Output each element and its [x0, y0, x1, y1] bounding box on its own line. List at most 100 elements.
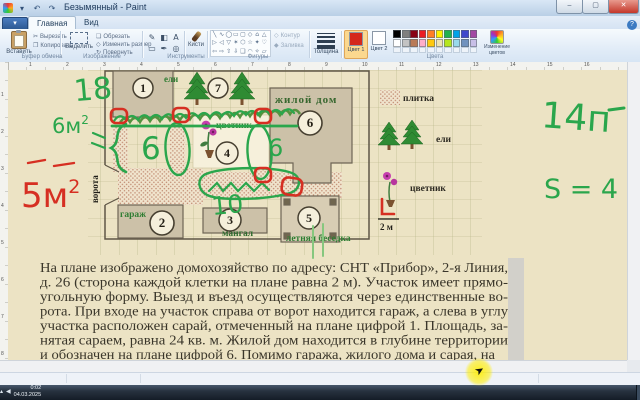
palette-swatch[interactable]: [410, 30, 418, 39]
problem-text: На плане изображено домохозяйство по адр…: [40, 260, 508, 360]
palette-swatch[interactable]: [427, 30, 435, 39]
maximize-button[interactable]: ▢: [582, 0, 609, 14]
color1-button[interactable]: Цвет 1: [344, 30, 368, 59]
palette-swatch[interactable]: [452, 30, 461, 39]
thickness-icon: [317, 31, 335, 49]
palette-empty-slot[interactable]: [461, 47, 469, 53]
palette-swatch[interactable]: [418, 30, 427, 39]
text-tool[interactable]: A: [170, 32, 182, 43]
palette-swatch[interactable]: [469, 30, 478, 39]
palette-swatch[interactable]: [410, 38, 418, 47]
palette-empty-slot[interactable]: [435, 47, 444, 53]
redo-button[interactable]: ↷: [46, 3, 58, 14]
picker-tool[interactable]: ✒: [158, 43, 170, 54]
color2-button[interactable]: Цвет 2: [368, 30, 390, 57]
shape-13[interactable]: ☆: [246, 39, 253, 47]
crop-button[interactable]: ❏ Обрезать: [96, 33, 130, 40]
thickness-button[interactable]: Толщина: [313, 31, 339, 55]
taskbar-clock[interactable]: 0:02 04.03.2025: [14, 385, 42, 398]
color2-swatch: [372, 31, 386, 45]
palette-swatch[interactable]: [401, 38, 410, 47]
edit-colors-icon: [490, 30, 504, 44]
vertical-scrollbar[interactable]: ▲ ▼: [627, 62, 640, 360]
svg-text:2: 2: [159, 215, 166, 230]
eraser-tool[interactable]: ▭: [146, 43, 158, 54]
help-icon[interactable]: ?: [627, 20, 637, 30]
label-spruce-top: ели: [164, 74, 178, 84]
magnifier-tool[interactable]: ◎: [170, 43, 182, 54]
shape-8[interactable]: ▷: [211, 39, 218, 47]
ruler-number: 15: [547, 62, 553, 68]
fill-tool[interactable]: ◧: [158, 32, 170, 43]
ruler-number: 6: [214, 62, 217, 68]
palette-empty-slot[interactable]: [401, 47, 410, 53]
shape-15[interactable]: ♡: [261, 39, 268, 47]
palette-empty-slot[interactable]: [393, 47, 402, 53]
shape-0[interactable]: ╲: [211, 31, 218, 39]
page-edge-strip: [508, 258, 524, 360]
paint-canvas[interactable]: ели жилой дом цветник гараж мангал летня…: [8, 70, 627, 360]
group-separator: [309, 31, 310, 58]
shape-9[interactable]: ◁: [218, 39, 225, 47]
shape-5[interactable]: ◇: [246, 31, 253, 39]
resize-button[interactable]: ◇ Изменить размер: [96, 41, 152, 48]
paste-button[interactable]: Вставить: [4, 30, 34, 55]
undo-button[interactable]: ↶: [31, 3, 43, 14]
shape-6[interactable]: ⌂: [254, 31, 261, 39]
palette-empty-slot[interactable]: [452, 47, 461, 53]
svg-text:5: 5: [306, 211, 312, 225]
palette-empty-slot[interactable]: [469, 47, 478, 53]
fill-button[interactable]: ◆ Заливка: [274, 42, 304, 49]
svg-text:6: 6: [307, 115, 314, 130]
outline-button[interactable]: ◇ Контур: [274, 32, 300, 39]
palette-empty-slot[interactable]: [410, 47, 418, 53]
palette-swatch[interactable]: [461, 38, 469, 47]
palette-swatch[interactable]: [435, 38, 444, 47]
palette-swatch[interactable]: [401, 30, 410, 39]
shape-3[interactable]: ▭: [232, 31, 239, 39]
palette-swatch[interactable]: [452, 38, 461, 47]
tray-expand-icon[interactable]: ▴: [0, 388, 3, 395]
palette-swatch[interactable]: [461, 30, 469, 39]
minimize-button[interactable]: –: [556, 0, 583, 14]
ruler-number: 7: [1, 314, 4, 320]
shape-10[interactable]: ▽: [225, 39, 232, 47]
palette-swatch[interactable]: [469, 38, 478, 47]
system-tray: ▴ ◀ 0:02 04.03.2025: [0, 385, 640, 398]
shape-4[interactable]: ▢: [239, 31, 246, 39]
save-button[interactable]: ▾: [16, 3, 28, 14]
shape-11[interactable]: ✶: [232, 39, 239, 47]
palette-swatch[interactable]: [444, 30, 452, 39]
tab-home[interactable]: Главная: [28, 16, 77, 30]
edit-colors-button[interactable]: Изменение цветов: [482, 30, 512, 56]
palette-swatch[interactable]: [393, 38, 402, 47]
palette-empty-slot[interactable]: [444, 47, 452, 53]
cut-button[interactable]: ✂ Вырезать: [33, 33, 67, 40]
tab-view[interactable]: Вид: [76, 16, 106, 29]
shape-7[interactable]: △: [261, 31, 268, 39]
pencil-tool[interactable]: ✎: [146, 32, 158, 43]
svg-text:1: 1: [140, 81, 146, 95]
palette-swatch[interactable]: [393, 30, 402, 39]
label-scale: 2 м: [380, 222, 393, 232]
select-button[interactable]: Выделить: [63, 32, 95, 50]
show-desktop-button[interactable]: [636, 385, 640, 400]
palette-swatch[interactable]: [427, 38, 435, 47]
palette-swatch[interactable]: [435, 30, 444, 39]
status-separator: [66, 374, 67, 383]
label-legend-tile: плитка: [403, 94, 434, 104]
marker-4: 4: [215, 141, 239, 165]
label-garage: гараж: [120, 210, 146, 220]
palette-empty-slot[interactable]: [418, 47, 427, 53]
volume-icon[interactable]: ◀: [6, 388, 11, 395]
shape-14[interactable]: ✦: [254, 39, 261, 47]
brushes-button[interactable]: Кисти: [186, 30, 206, 48]
close-button[interactable]: ✕: [608, 0, 639, 14]
ruler-number: 2: [1, 129, 4, 135]
shape-2[interactable]: ◯: [225, 31, 232, 39]
shape-12[interactable]: ⬡: [239, 39, 246, 47]
palette-swatch[interactable]: [418, 38, 427, 47]
shape-1[interactable]: ∿: [218, 31, 225, 39]
palette-empty-slot[interactable]: [427, 47, 435, 53]
palette-swatch[interactable]: [444, 38, 452, 47]
